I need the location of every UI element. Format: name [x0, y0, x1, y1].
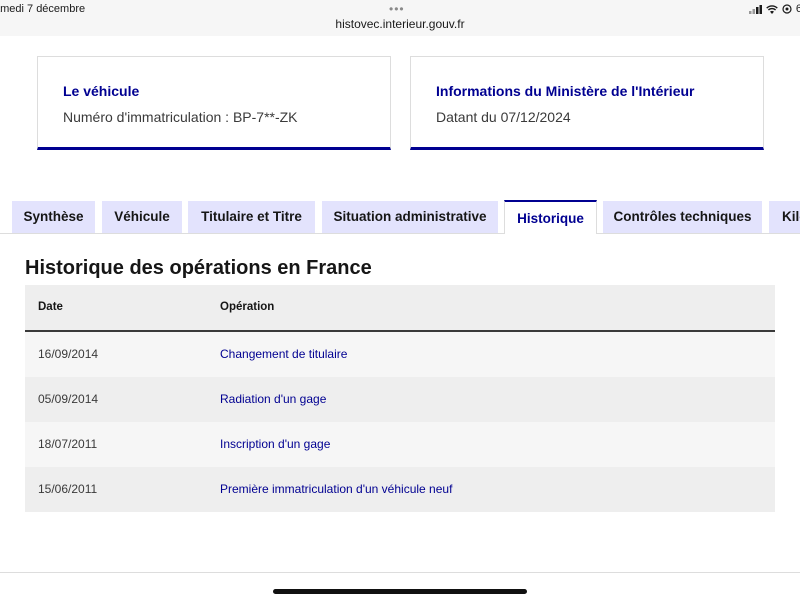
- table-row: 16/09/2014 Changement de titulaire: [25, 332, 775, 377]
- row-date: 16/09/2014: [38, 347, 99, 361]
- column-header-operation: Opération: [220, 301, 275, 313]
- ministry-card: Informations du Ministère de l'Intérieur…: [410, 56, 764, 150]
- vehicle-card: Le véhicule Numéro d'immatriculation : B…: [37, 56, 391, 150]
- table-row: 05/09/2014 Radiation d'un gage: [25, 377, 775, 422]
- tab-historique[interactable]: Historique: [504, 200, 597, 234]
- history-table: Date Opération 16/09/2014 Changement de …: [25, 285, 775, 512]
- location-lock-icon: [782, 4, 792, 14]
- vehicle-card-title: Le véhicule: [63, 83, 140, 99]
- history-panel: Historique des opérations en France Date…: [0, 233, 800, 573]
- registration-number: Numéro d'immatriculation : BP-7**-ZK: [63, 109, 298, 125]
- row-operation-link[interactable]: Inscription d'un gage: [220, 422, 330, 467]
- tab-kilometrage[interactable]: Kilo: [769, 201, 800, 233]
- row-operation-link[interactable]: Changement de titulaire: [220, 332, 347, 377]
- signal-icon: [748, 4, 762, 14]
- row-date: 18/07/2011: [38, 437, 98, 451]
- table-row: 18/07/2011 Inscription d'un gage: [25, 422, 775, 467]
- tab-situation-administrative[interactable]: Situation administrative: [322, 201, 498, 233]
- row-date: 05/09/2014: [38, 392, 99, 406]
- tab-controles-techniques[interactable]: Contrôles techniques: [603, 201, 762, 233]
- home-indicator[interactable]: [273, 589, 527, 594]
- status-date: amedi 7 décembre: [0, 3, 86, 15]
- row-date: 15/06/2011: [38, 482, 98, 496]
- row-operation-link[interactable]: Radiation d'un gage: [220, 377, 326, 422]
- table-row: 15/06/2011 Première immatriculation d'un…: [25, 467, 775, 512]
- battery-percent: 6: [795, 3, 800, 15]
- wifi-icon: [766, 4, 778, 14]
- address-bar-url[interactable]: histovec.interieur.gouv.fr: [0, 17, 800, 31]
- history-title: Historique des opérations en France: [25, 257, 372, 279]
- status-bar: amedi 7 décembre ••• histovec.interieur.…: [0, 0, 800, 36]
- tab-titulaire-titre[interactable]: Titulaire et Titre: [188, 201, 315, 233]
- column-header-date: Date: [38, 301, 63, 313]
- data-date: Datant du 07/12/2024: [436, 109, 571, 125]
- ministry-card-title: Informations du Ministère de l'Intérieur: [436, 83, 695, 99]
- tab-synthese[interactable]: Synthèse: [12, 201, 95, 233]
- status-icons: 6: [748, 3, 800, 15]
- row-operation-link[interactable]: Première immatriculation d'un véhicule n…: [220, 467, 452, 512]
- table-header: Date Opération: [25, 285, 775, 332]
- tab-vehicule[interactable]: Véhicule: [102, 201, 182, 233]
- tab-bar: Synthèse Véhicule Titulaire et Titre Sit…: [0, 200, 800, 234]
- page-content: Le véhicule Numéro d'immatriculation : B…: [0, 36, 800, 600]
- more-dots-icon[interactable]: •••: [389, 2, 405, 16]
